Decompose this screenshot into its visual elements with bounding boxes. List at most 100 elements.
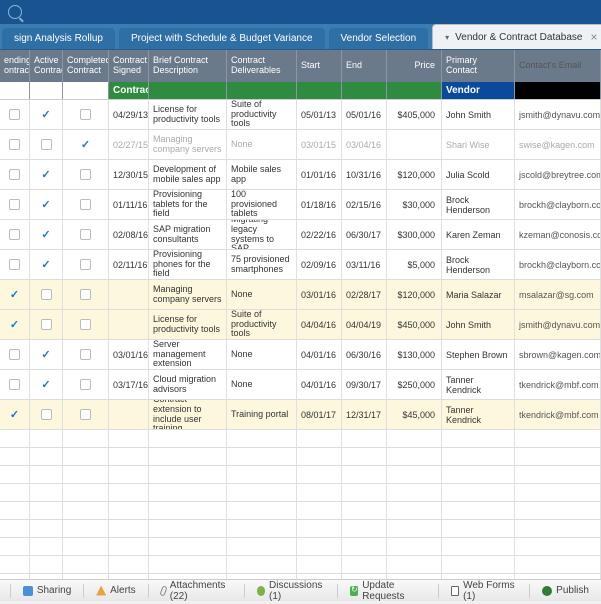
table-row[interactable]: ✓01/11/16Provisioning tablets for the fi… xyxy=(0,190,601,220)
contact-cell[interactable]: Tanner Kendrick xyxy=(442,400,515,429)
email-cell[interactable]: tkendrick@mbf.com xyxy=(515,400,601,429)
table-row[interactable]: ✓03/17/16Cloud migration advisorsNone04/… xyxy=(0,370,601,400)
deliv-cell[interactable]: Suite of productivity tools xyxy=(227,310,297,339)
price-cell[interactable]: $300,000 xyxy=(387,220,442,249)
price-cell[interactable]: $450,000 xyxy=(387,310,442,339)
close-icon[interactable]: × xyxy=(590,30,597,44)
signed-cell[interactable]: 02/27/15 xyxy=(109,130,149,159)
table-row[interactable]: ✓04/29/13License for productivity toolsS… xyxy=(0,100,601,130)
desc-cell[interactable]: SAP migration consultants xyxy=(149,220,227,249)
table-row[interactable]: ✓Managing company serversNone03/01/1602/… xyxy=(0,280,601,310)
price-cell[interactable]: $120,000 xyxy=(387,280,442,309)
email-cell[interactable]: brockh@clayborn.com xyxy=(515,250,601,279)
tab-vendor-contract-db[interactable]: ▾ Vendor & Contract Database × xyxy=(432,24,601,49)
price-cell[interactable]: $250,000 xyxy=(387,370,442,399)
checkbox[interactable] xyxy=(9,229,20,240)
price-cell[interactable]: $120,000 xyxy=(387,160,442,189)
completed-cell[interactable] xyxy=(63,100,109,129)
price-cell[interactable]: $405,000 xyxy=(387,100,442,129)
checkbox[interactable] xyxy=(41,409,52,420)
checkbox[interactable] xyxy=(9,259,20,270)
deliv-cell[interactable]: Migrating legacy systems to SAP xyxy=(227,220,297,249)
completed-cell[interactable] xyxy=(63,400,109,429)
email-cell[interactable]: swise@kagen.com xyxy=(515,130,601,159)
signed-cell[interactable]: 03/17/16 xyxy=(109,370,149,399)
end-cell[interactable]: 10/31/16 xyxy=(342,160,387,189)
col-pending[interactable]: ending ontract xyxy=(0,50,30,82)
signed-cell[interactable]: 01/11/16 xyxy=(109,190,149,219)
checkbox[interactable] xyxy=(9,199,20,210)
start-cell[interactable]: 03/01/15 xyxy=(297,130,342,159)
empty-row[interactable] xyxy=(0,502,601,520)
checkbox[interactable] xyxy=(9,139,20,150)
start-cell[interactable]: 01/01/16 xyxy=(297,160,342,189)
empty-row[interactable] xyxy=(0,556,601,574)
signed-cell[interactable]: 04/29/13 xyxy=(109,100,149,129)
desc-cell[interactable]: Managing company servers xyxy=(149,130,227,159)
desc-cell[interactable]: Development of mobile sales app xyxy=(149,160,227,189)
checkbox[interactable] xyxy=(80,109,91,120)
pending-cell[interactable] xyxy=(0,100,30,129)
empty-row[interactable] xyxy=(0,520,601,538)
pending-cell[interactable]: ✓ xyxy=(0,280,30,309)
contact-cell[interactable]: Julia Scold xyxy=(442,160,515,189)
deliv-cell[interactable]: None xyxy=(227,130,297,159)
empty-row[interactable] xyxy=(0,466,601,484)
completed-cell[interactable] xyxy=(63,370,109,399)
end-cell[interactable]: 03/11/16 xyxy=(342,250,387,279)
tab-schedule-budget[interactable]: Project with Schedule & Budget Variance xyxy=(119,28,325,49)
col-email[interactable]: Contact's Email xyxy=(515,50,601,82)
desc-cell[interactable]: Server management extension xyxy=(149,340,227,369)
checkbox[interactable] xyxy=(80,349,91,360)
completed-cell[interactable] xyxy=(63,340,109,369)
email-cell[interactable]: jsmith@dynavu.com xyxy=(515,310,601,339)
end-cell[interactable]: 06/30/16 xyxy=(342,340,387,369)
end-cell[interactable]: 05/01/16 xyxy=(342,100,387,129)
web-forms-button[interactable]: Web Forms (1) xyxy=(445,578,524,604)
checkbox[interactable] xyxy=(41,289,52,300)
email-cell[interactable]: sbrown@kagen.com xyxy=(515,340,601,369)
checkbox[interactable] xyxy=(80,199,91,210)
end-cell[interactable]: 04/04/19 xyxy=(342,310,387,339)
col-deliverables[interactable]: Contract Deliverables xyxy=(227,50,297,82)
chevron-down-icon[interactable]: ▾ xyxy=(445,33,449,42)
email-cell[interactable]: jsmith@dynavu.com xyxy=(515,100,601,129)
pending-cell[interactable] xyxy=(0,220,30,249)
contract-group-header[interactable]: Contract xyxy=(109,82,149,99)
deliv-cell[interactable]: Mobile sales app xyxy=(227,160,297,189)
email-cell[interactable]: tkendrick@mbf.com xyxy=(515,370,601,399)
pending-cell[interactable] xyxy=(0,190,30,219)
table-row[interactable]: ✓03/01/16Server management extensionNone… xyxy=(0,340,601,370)
signed-cell[interactable]: 02/08/16 xyxy=(109,220,149,249)
col-signed[interactable]: Contract Signed xyxy=(109,50,149,82)
end-cell[interactable]: 02/28/17 xyxy=(342,280,387,309)
checkbox[interactable] xyxy=(80,229,91,240)
active-cell[interactable] xyxy=(30,130,63,159)
pending-cell[interactable] xyxy=(0,340,30,369)
active-cell[interactable]: ✓ xyxy=(30,100,63,129)
vendor-group-header[interactable]: Vendor xyxy=(442,82,515,99)
empty-row[interactable] xyxy=(0,538,601,556)
active-cell[interactable] xyxy=(30,280,63,309)
completed-cell[interactable] xyxy=(63,250,109,279)
price-cell[interactable] xyxy=(387,130,442,159)
tab-analysis-rollup[interactable]: sign Analysis Rollup xyxy=(2,28,115,49)
signed-cell[interactable] xyxy=(109,280,149,309)
update-requests-button[interactable]: Update Requests xyxy=(344,578,432,604)
price-cell[interactable]: $30,000 xyxy=(387,190,442,219)
pending-cell[interactable]: ✓ xyxy=(0,400,30,429)
email-cell[interactable]: kzeman@conosis.com xyxy=(515,220,601,249)
attachments-button[interactable]: Attachments (22) xyxy=(155,578,238,604)
active-cell[interactable] xyxy=(30,400,63,429)
checkbox[interactable] xyxy=(41,319,52,330)
contact-cell[interactable]: Maria Salazar xyxy=(442,280,515,309)
discussions-button[interactable]: Discussions (1) xyxy=(251,578,331,604)
checkbox[interactable] xyxy=(9,109,20,120)
active-cell[interactable]: ✓ xyxy=(30,340,63,369)
pending-cell[interactable]: ✓ xyxy=(0,310,30,339)
completed-cell[interactable] xyxy=(63,190,109,219)
deliv-cell[interactable]: 100 provisioned tablets xyxy=(227,190,297,219)
start-cell[interactable]: 05/01/13 xyxy=(297,100,342,129)
search-icon[interactable] xyxy=(8,5,22,19)
pending-cell[interactable] xyxy=(0,160,30,189)
